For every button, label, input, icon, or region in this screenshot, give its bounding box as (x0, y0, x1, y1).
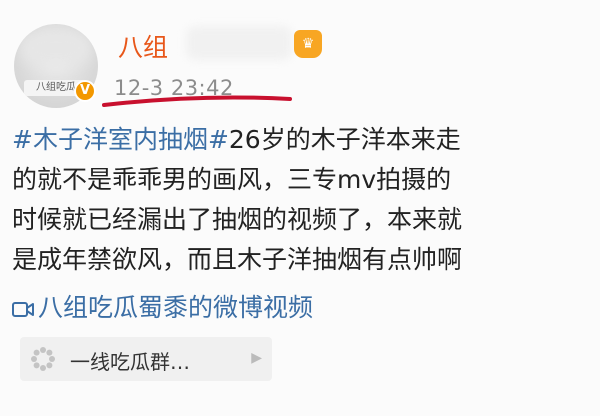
hashtag-link[interactable]: #木子洋室内抽烟# (12, 125, 229, 154)
verified-badge-icon: V (74, 80, 96, 102)
avatar-image (20, 30, 92, 66)
video-link-label: 八组吃瓜蜀黍的微博视频 (38, 293, 314, 322)
username-redaction (186, 26, 292, 60)
post-line-3: 时候就已经漏出了抽烟的视频了，本来就 (12, 205, 463, 234)
video-icon (12, 302, 34, 317)
video-link[interactable]: 八组吃瓜蜀黍的微博视频 (12, 288, 313, 324)
crown-icon: ♛ (294, 30, 322, 58)
username[interactable]: 八组 (118, 28, 168, 64)
post-text: #木子洋室内抽烟#26岁的木子洋本来走 的就不是乖乖男的画风，三专mv拍摄的 时… (12, 120, 596, 280)
post-line-1: #木子洋室内抽烟#26岁的木子洋本来走 (12, 120, 596, 160)
group-icon (31, 347, 55, 371)
post-line-4: 是成年禁欲风，而且木子洋抽烟有点帅啊 (12, 245, 463, 274)
post-line-1-text: 26岁的木子洋本来走 (228, 125, 461, 154)
group-chat-name: 一线吃瓜群… (70, 350, 190, 374)
chevron-right-icon: ▶ (251, 350, 262, 366)
post-line-2: 的就不是乖乖男的画风，三专mv拍摄的 (12, 165, 452, 194)
annotation-underline (102, 95, 292, 107)
group-chat-card[interactable]: 一线吃瓜群… ▶ (20, 337, 272, 381)
